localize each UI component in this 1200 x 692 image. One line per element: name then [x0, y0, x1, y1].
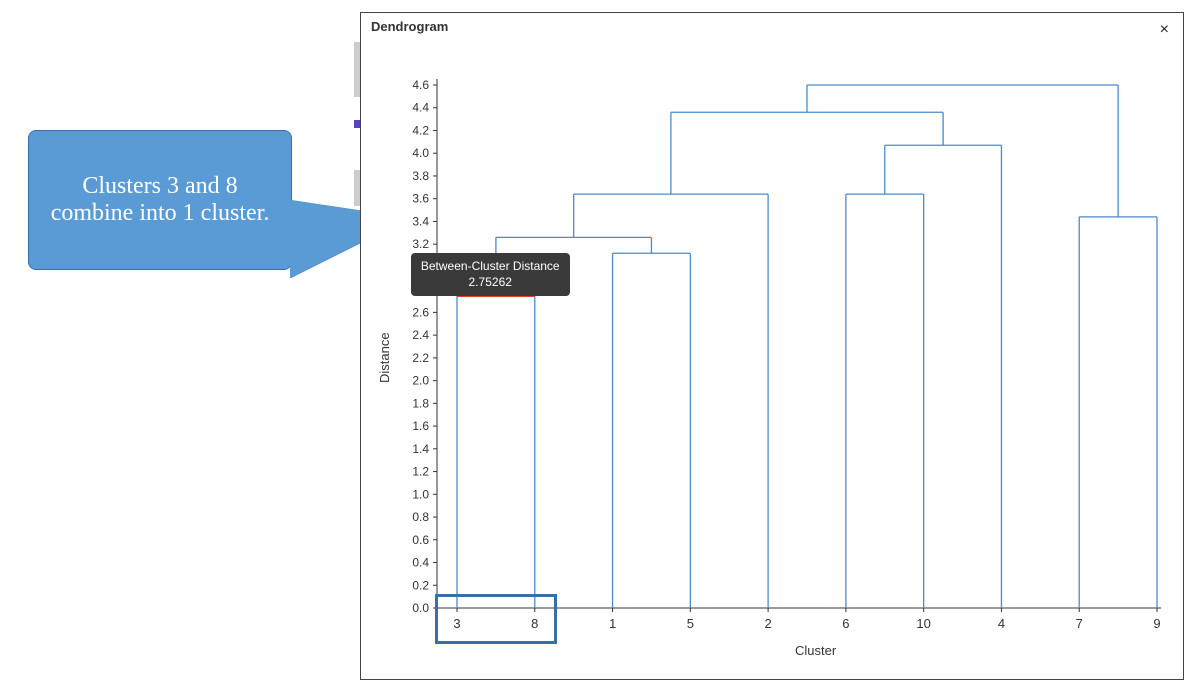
svg-text:3.4: 3.4: [412, 214, 429, 228]
svg-text:9: 9: [1153, 616, 1160, 631]
svg-text:3.6: 3.6: [412, 192, 429, 206]
svg-text:1.6: 1.6: [412, 419, 429, 433]
callout-body: Clusters 3 and 8 combine into 1 cluster.: [28, 130, 292, 270]
svg-text:1.2: 1.2: [412, 465, 429, 479]
svg-text:2.4: 2.4: [412, 328, 429, 342]
svg-text:4.4: 4.4: [412, 101, 429, 115]
callout: Clusters 3 and 8 combine into 1 cluster.: [28, 130, 292, 270]
y-axis-label: Distance: [377, 332, 392, 383]
svg-text:3.2: 3.2: [412, 237, 429, 251]
svg-text:0.2: 0.2: [412, 578, 429, 592]
svg-text:6: 6: [842, 616, 849, 631]
svg-text:0.4: 0.4: [412, 556, 429, 570]
svg-text:2.0: 2.0: [412, 374, 429, 388]
svg-text:2.6: 2.6: [412, 305, 429, 319]
tooltip-label: Between-Cluster Distance: [421, 259, 560, 275]
highlight-leaf-box: [435, 594, 557, 644]
svg-text:10: 10: [916, 616, 930, 631]
plot-area: Distance Cluster 0.00.20.40.60.81.01.21.…: [397, 53, 1167, 665]
svg-text:2: 2: [764, 616, 771, 631]
svg-text:1.0: 1.0: [412, 487, 429, 501]
tooltip-value: 2.75262: [421, 275, 560, 291]
page-canvas: Clusters 3 and 8 combine into 1 cluster.…: [0, 0, 1200, 692]
panel-title: Dendrogram: [371, 19, 448, 34]
svg-text:0.8: 0.8: [412, 510, 429, 524]
svg-text:1.4: 1.4: [412, 442, 429, 456]
dendrogram-svg: 0.0 0.2 0.4 0.6 0.8 1.0 1.2 1.4 1.6 1.8 2.0 2.2 2.4 2…: [397, 53, 1167, 665]
callout-text: Clusters 3 and 8 combine into 1 cluster.: [43, 173, 277, 227]
svg-text:5: 5: [687, 616, 694, 631]
svg-text:4.2: 4.2: [412, 123, 429, 137]
svg-text:0.6: 0.6: [412, 533, 429, 547]
svg-text:1.8: 1.8: [412, 396, 429, 410]
tooltip: Between-Cluster Distance 2.75262: [411, 253, 570, 296]
svg-text:2.2: 2.2: [412, 351, 429, 365]
svg-text:1: 1: [609, 616, 616, 631]
close-button[interactable]: ×: [1154, 19, 1175, 41]
svg-text:4.6: 4.6: [412, 78, 429, 92]
svg-text:4.0: 4.0: [412, 146, 429, 160]
svg-text:7: 7: [1076, 616, 1083, 631]
svg-text:3.8: 3.8: [412, 169, 429, 183]
svg-text:4: 4: [998, 616, 1005, 631]
svg-text:0.0: 0.0: [412, 601, 429, 615]
dendrogram-panel: Dendrogram × Distance Cluster 0.00.20.40…: [360, 12, 1184, 680]
